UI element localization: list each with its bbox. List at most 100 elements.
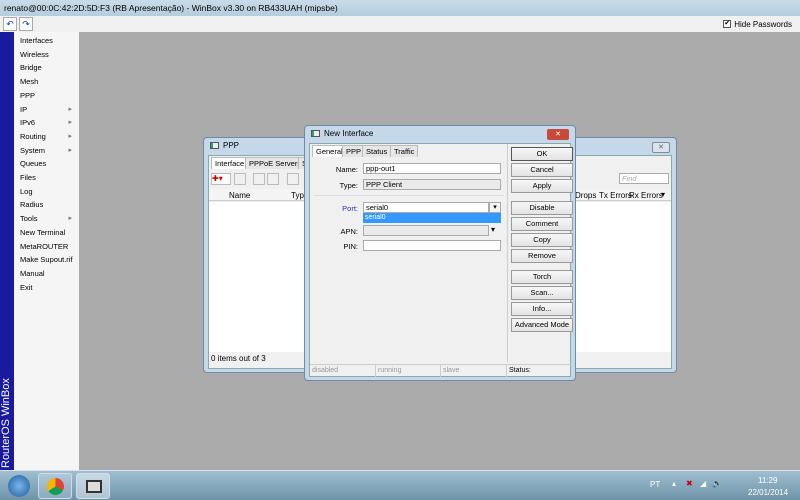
name-label: Name:	[335, 165, 358, 174]
sidebar-item-ppp[interactable]: PPP	[20, 89, 78, 102]
col-tx-errors[interactable]: Tx Errors	[599, 191, 632, 200]
sidebar-item-tools[interactable]: Tools ▸	[20, 212, 78, 225]
advanced-mode-button[interactable]: Advanced Mode	[511, 318, 573, 332]
dialog-title: New Interface	[311, 129, 373, 138]
status-bar: disabled running slave Status:	[310, 364, 572, 377]
sidebar-item-label: Wireless	[20, 49, 49, 59]
remove-icon[interactable]	[234, 173, 246, 185]
sidebar-item-wireless[interactable]: Wireless	[20, 48, 78, 61]
sidebar-item-metarouter[interactable]: MetaROUTER	[20, 240, 78, 253]
type-label: Type:	[339, 181, 358, 190]
winbox-taskbar-button[interactable]	[76, 473, 110, 499]
brand-stripe: RouterOS WinBox	[0, 32, 14, 470]
chrome-taskbar-button[interactable]	[38, 473, 72, 499]
ppp-title: PPP	[210, 141, 239, 150]
window-title-bar: renato@00:0C:42:2D:5D:F3 (RB Apresentaçã…	[0, 0, 800, 16]
column-menu-icon[interactable]: ▾	[661, 190, 665, 199]
add-button[interactable]: ✚▾	[211, 173, 231, 185]
sidebar-item-bridge[interactable]: Bridge	[20, 61, 78, 74]
port-option-serial0[interactable]: serial0	[363, 213, 501, 223]
status-slave: slave	[440, 365, 506, 377]
status-disabled: disabled	[312, 367, 339, 374]
col-name[interactable]: Name	[229, 191, 250, 200]
window-icon	[210, 142, 219, 149]
col-rx-errors[interactable]: Rx Errors	[629, 191, 663, 200]
clock-time[interactable]: 11:29	[758, 476, 777, 485]
apply-button[interactable]: Apply	[511, 179, 573, 193]
volume-icon[interactable]: 🔈	[712, 479, 722, 488]
torch-button[interactable]: Torch	[511, 270, 573, 284]
comment-button[interactable]: Comment	[511, 217, 573, 231]
sidebar-item-exit[interactable]: Exit	[20, 281, 78, 294]
sidebar-item-mesh[interactable]: Mesh	[20, 75, 78, 88]
disable-button[interactable]: Disable	[511, 201, 573, 215]
sidebar-item-label: Routing	[20, 131, 46, 141]
sidebar-item-label: MetaROUTER	[20, 241, 69, 251]
language-indicator[interactable]: PT	[650, 480, 660, 489]
divider	[314, 195, 504, 196]
close-button[interactable]: ✕	[652, 142, 670, 153]
find-input[interactable]: Find	[619, 173, 669, 184]
col-drops[interactable]: Drops	[575, 191, 596, 200]
port-label: Port:	[342, 204, 358, 213]
sidebar-item-new-terminal[interactable]: New Terminal	[20, 226, 78, 239]
undo-button[interactable]: ↶	[3, 17, 17, 31]
sidebar-item-routing[interactable]: Routing ▸	[20, 130, 78, 143]
clock-date[interactable]: 22/01/2014	[748, 488, 788, 497]
pin-input[interactable]	[363, 240, 501, 251]
sidebar-item-make-supout-rif[interactable]: Make Supout.rif	[20, 253, 78, 266]
button-column: OK Cancel Apply Disable Comment Copy Remove Tor…	[508, 144, 574, 364]
redo-button[interactable]: ↷	[19, 17, 33, 31]
info-button[interactable]: Info...	[511, 302, 573, 316]
disable-icon[interactable]	[267, 173, 279, 185]
item-count: 0 items out of 3	[211, 354, 266, 363]
hide-passwords-checkbox[interactable]: ✔ Hide Passwords	[723, 16, 792, 32]
tab-interface[interactable]: Interface	[211, 157, 249, 169]
dropdown-arrow-icon[interactable]: ▾	[489, 202, 501, 213]
sidebar-item-label: IP	[20, 104, 28, 114]
window-icon	[311, 130, 320, 137]
sidebar-item-radius[interactable]: Radius	[20, 198, 78, 211]
sidebar-item-manual[interactable]: Manual	[20, 267, 78, 280]
sidebar-item-queues[interactable]: Queues	[20, 157, 78, 170]
enable-icon[interactable]	[253, 173, 265, 185]
ok-button[interactable]: OK	[511, 147, 573, 161]
network-icon[interactable]: ✖	[686, 479, 693, 488]
comment-icon[interactable]	[287, 173, 299, 185]
submenu-arrow-icon: ▸	[68, 119, 72, 127]
sidebar-item-label: PPP	[20, 90, 36, 100]
sidebar-item-log[interactable]: Log	[20, 185, 78, 198]
close-button[interactable]: ✕	[547, 129, 569, 140]
hide-passwords-label: Hide Passwords	[734, 19, 792, 29]
new-interface-dialog: New Interface ✕ General PPP Status Traff…	[304, 125, 576, 381]
sidebar-item-ip[interactable]: IP ▸	[20, 103, 78, 116]
tab-traffic[interactable]: Traffic	[390, 145, 419, 157]
col-type[interactable]: Typ	[291, 191, 304, 200]
sidebar-item-interfaces[interactable]: Interfaces	[20, 34, 78, 47]
sidebar-item-system[interactable]: System ▸	[20, 144, 78, 157]
tab-pppoe-servers[interactable]: PPPoE Servers	[245, 157, 306, 169]
scan-button[interactable]: Scan...	[511, 286, 573, 300]
cancel-button[interactable]: Cancel	[511, 163, 573, 177]
remove-button[interactable]: Remove	[511, 249, 573, 263]
port-select[interactable]: serial0	[363, 202, 489, 213]
sidebar-item-label: Tools	[20, 214, 38, 224]
signal-icon[interactable]: ◢	[700, 479, 706, 488]
sidebar-item-label: Log	[20, 186, 33, 196]
sidebar-item-label: Interfaces	[20, 36, 53, 45]
start-button[interactable]	[8, 475, 30, 497]
tray-expand-icon[interactable]: ▴	[672, 479, 676, 488]
ppp-title-text: PPP	[223, 141, 240, 150]
dropdown-arrow-icon[interactable]: ▾	[491, 225, 495, 234]
sidebar-item-label: IPv6	[20, 118, 36, 128]
name-input[interactable]: ppp-out1	[363, 163, 501, 174]
copy-button[interactable]: Copy	[511, 233, 573, 247]
submenu-arrow-icon: ▸	[68, 105, 72, 113]
sidebar-item-ipv6[interactable]: IPv6 ▸	[20, 116, 78, 129]
sidebar-item-label: Make Supout.rif	[20, 255, 73, 265]
pin-label: PIN:	[343, 242, 358, 251]
tab-status[interactable]: Status	[362, 145, 392, 157]
sidebar-item-files[interactable]: Files	[20, 171, 78, 184]
apn-select[interactable]	[363, 225, 489, 236]
taskbar: PT ▴ ✖ ◢ 🔈 11:29 22/01/2014	[0, 470, 800, 500]
